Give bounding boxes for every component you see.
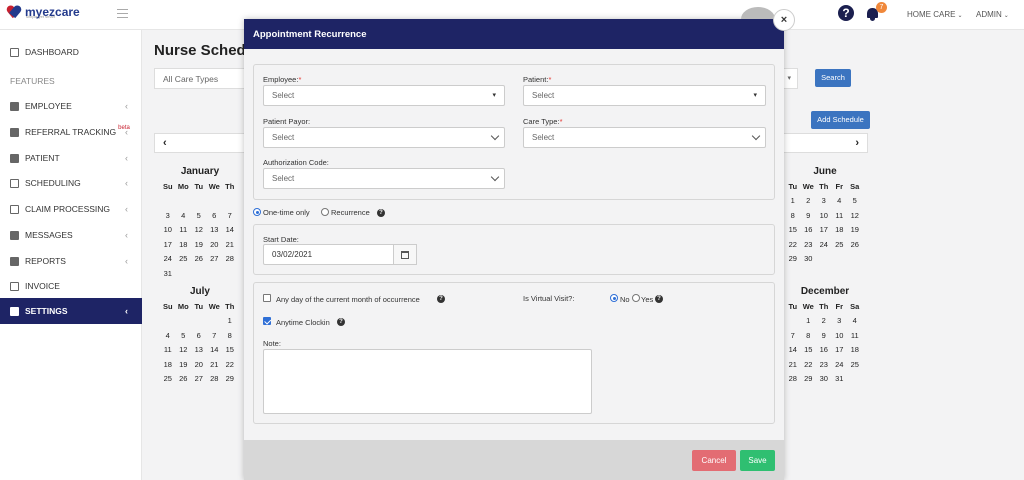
- cancel-button[interactable]: Cancel: [692, 450, 736, 471]
- calendar-icon: [401, 251, 409, 259]
- care-type-label: Care Type:*: [523, 117, 563, 126]
- modal-footer: Cancel Save: [244, 440, 784, 480]
- date-picker-button[interactable]: [394, 244, 417, 265]
- one-time-radio[interactable]: [253, 208, 261, 216]
- anytime-clockin-checkbox[interactable]: [263, 317, 271, 325]
- authorization-code-select[interactable]: Select: [263, 168, 505, 189]
- caret-down-icon: ▾: [753, 92, 757, 99]
- question-icon[interactable]: ?: [655, 295, 663, 303]
- start-date-input[interactable]: 03/02/2021: [263, 244, 394, 265]
- patient-label: Patient:*: [523, 75, 552, 84]
- patient-payor-select[interactable]: Select: [263, 127, 505, 148]
- virtual-no-label: No: [620, 295, 630, 304]
- close-modal-button[interactable]: ×: [773, 9, 795, 31]
- virtual-visit-label: Is Virtual Visit?:: [523, 294, 575, 303]
- question-icon[interactable]: ?: [377, 209, 385, 217]
- chevron-down-icon: [490, 131, 500, 141]
- employee-select[interactable]: Select ▾: [263, 85, 505, 106]
- care-type-select[interactable]: Select: [523, 127, 766, 148]
- chevron-down-icon: [751, 131, 761, 141]
- employee-label: Employee:*: [263, 75, 302, 84]
- note-textarea[interactable]: [263, 349, 592, 414]
- recurrence-label: Recurrence: [331, 208, 370, 217]
- virtual-no-radio[interactable]: [610, 294, 618, 302]
- any-day-checkbox[interactable]: [263, 294, 271, 302]
- any-day-label: Any day of the current month of occurren…: [276, 295, 420, 304]
- appointment-recurrence-modal: Appointment Recurrence Employee:* Select…: [244, 7, 784, 480]
- caret-down-icon: ▾: [492, 92, 496, 99]
- modal-title: Appointment Recurrence: [244, 19, 784, 49]
- recurrence-radio[interactable]: [321, 208, 329, 216]
- virtual-yes-radio[interactable]: [632, 294, 640, 302]
- patient-payor-label: Patient Payor:: [263, 117, 311, 126]
- save-button[interactable]: Save: [740, 450, 775, 471]
- authorization-code-label: Authorization Code:: [263, 158, 329, 167]
- question-icon[interactable]: ?: [437, 295, 445, 303]
- anytime-clockin-label: Anytime Clockin: [276, 318, 330, 327]
- patient-select[interactable]: Select ▾: [523, 85, 766, 106]
- chevron-down-icon: [490, 172, 500, 182]
- start-date-label: Start Date:: [263, 235, 299, 244]
- note-label: Note:: [263, 339, 281, 348]
- question-icon[interactable]: ?: [337, 318, 345, 326]
- virtual-yes-label: Yes: [641, 295, 654, 304]
- one-time-label: One-time only: [263, 208, 310, 217]
